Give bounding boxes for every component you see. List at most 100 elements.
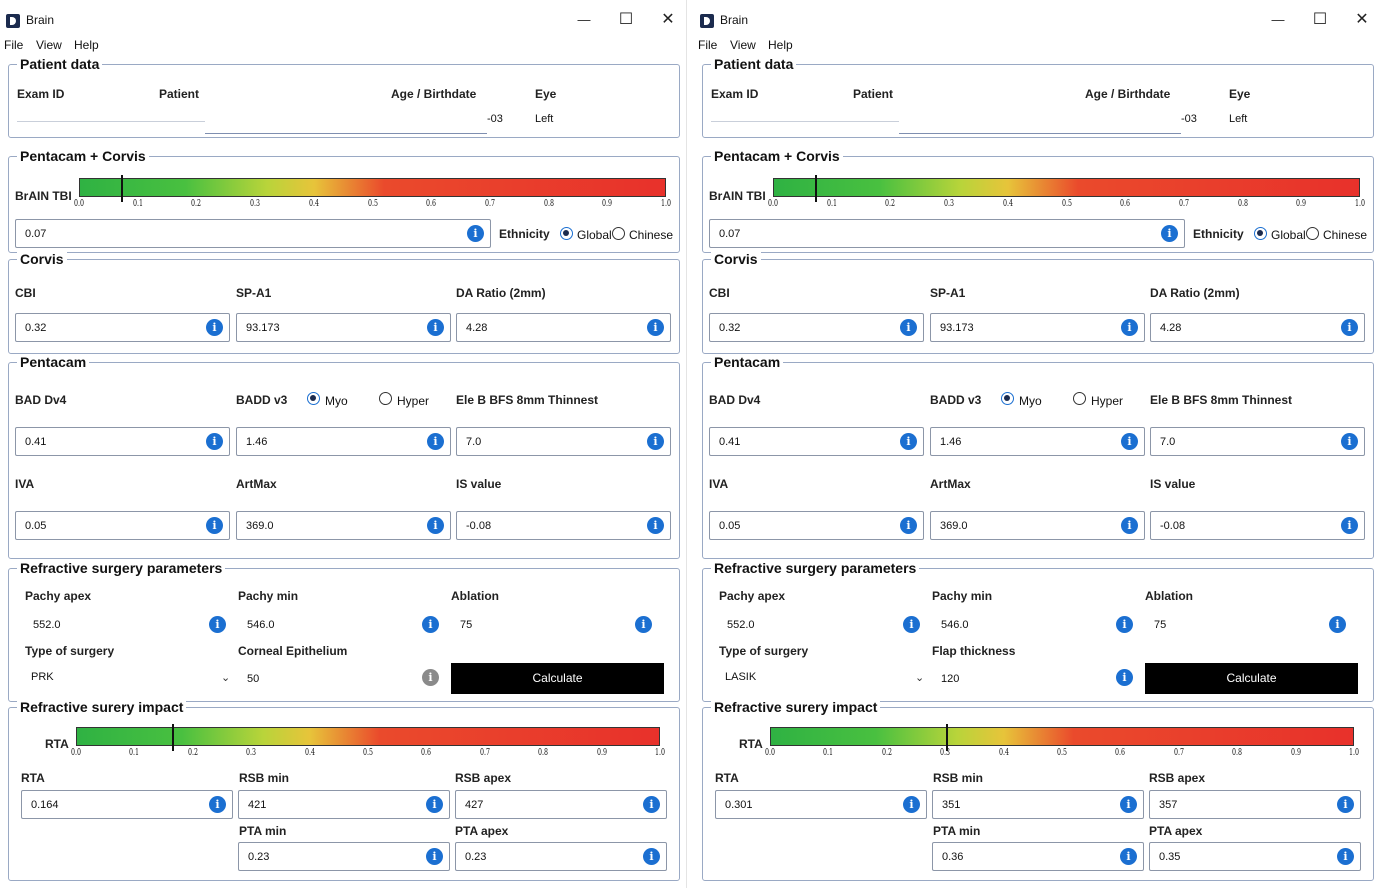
rta-scale: 0.0 0.1 0.2 0.3 0.4 0.5 0.6 0.7 0.8 0.9 1.0 <box>765 748 1359 760</box>
is-value-field[interactable]: -0.08 i <box>1150 511 1365 540</box>
da-ratio-field-info-icon[interactable]: i <box>1341 319 1358 336</box>
ethnicity-global-radio[interactable] <box>1254 227 1267 240</box>
da-ratio-field-info-icon[interactable]: i <box>647 319 664 336</box>
rsb-min-field-info-icon[interactable]: i <box>1120 796 1137 813</box>
badd-myo-radio[interactable] <box>307 392 320 405</box>
pachy-min-info-icon[interactable]: i <box>422 616 439 633</box>
badd-v3-field-info-icon[interactable]: i <box>1121 433 1138 450</box>
iva-field[interactable]: 0.05 i <box>709 511 924 540</box>
rsb-min-field[interactable]: 421 i <box>238 790 450 819</box>
is-value-field-info-icon[interactable]: i <box>1341 517 1358 534</box>
close-button[interactable]: ✕ <box>656 8 680 32</box>
iva-field-info-icon[interactable]: i <box>206 517 223 534</box>
close-button[interactable]: ✕ <box>1350 8 1374 32</box>
pachy-apex-info-icon[interactable]: i <box>209 616 226 633</box>
cbi-field[interactable]: 0.32 i <box>709 313 924 342</box>
bad-dv4-field[interactable]: 0.41 i <box>709 427 924 456</box>
exam-id-field[interactable] <box>711 121 899 122</box>
rsb-apex-field[interactable]: 357 i <box>1149 790 1361 819</box>
rsb-apex-field[interactable]: 427 i <box>455 790 667 819</box>
ele-b-bfs-field-info-icon[interactable]: i <box>647 433 664 450</box>
da-ratio-field[interactable]: 4.28 i <box>456 313 671 342</box>
sp-a1-field[interactable]: 93.173 i <box>930 313 1145 342</box>
brain-tbi-field[interactable]: 0.07 i <box>709 219 1185 248</box>
ele-b-bfs-field-info-icon[interactable]: i <box>1341 433 1358 450</box>
calculate-button[interactable]: Calculate <box>1145 663 1358 694</box>
sp-a1-field-value: 93.173 <box>246 322 280 334</box>
minimize-button[interactable]: — <box>572 8 596 32</box>
pachy-apex-info-icon[interactable]: i <box>903 616 920 633</box>
artmax-field[interactable]: 369.0 i <box>930 511 1145 540</box>
pta-apex-field[interactable]: 0.23 i <box>455 842 667 871</box>
badd-hyper-radio[interactable] <box>1073 392 1086 405</box>
calculate-button[interactable]: Calculate <box>451 663 664 694</box>
brain-tbi-field-info-icon[interactable]: i <box>1161 225 1178 242</box>
bad-dv4-field-info-icon[interactable]: i <box>206 433 223 450</box>
pta-min-field-info-icon[interactable]: i <box>1120 848 1137 865</box>
badd-v3-field[interactable]: 1.46 i <box>236 427 451 456</box>
sp-a1-field[interactable]: 93.173 i <box>236 313 451 342</box>
surgery-extra-info-icon[interactable]: i <box>1116 669 1133 686</box>
iva-field-info-icon[interactable]: i <box>900 517 917 534</box>
surgery-extra-info-icon[interactable]: i <box>422 669 439 686</box>
pta-min-field[interactable]: 0.23 i <box>238 842 450 871</box>
badd-myo-radio[interactable] <box>1001 392 1014 405</box>
type-of-surgery-value: PRK <box>31 671 54 683</box>
da-ratio-field[interactable]: 4.28 i <box>1150 313 1365 342</box>
maximize-button[interactable]: ☐ <box>1308 8 1332 32</box>
ele-b-bfs-field[interactable]: 7.0 i <box>1150 427 1365 456</box>
bad-dv4-field[interactable]: 0.41 i <box>15 427 230 456</box>
menu-item-view[interactable]: View <box>730 38 756 52</box>
ethnicity-chinese-radio[interactable] <box>612 227 625 240</box>
badd-v3-field-info-icon[interactable]: i <box>427 433 444 450</box>
rsb-min-field-info-icon[interactable]: i <box>426 796 443 813</box>
cbi-field[interactable]: 0.32 i <box>15 313 230 342</box>
rta-field-info-icon[interactable]: i <box>209 796 226 813</box>
pachy-min-info-icon[interactable]: i <box>1116 616 1133 633</box>
menu-item-file[interactable]: File <box>4 38 23 52</box>
sp-a1-field-info-icon[interactable]: i <box>1121 319 1138 336</box>
badd-v3-field[interactable]: 1.46 i <box>930 427 1145 456</box>
artmax-field-info-icon[interactable]: i <box>427 517 444 534</box>
pta-apex-field-info-icon[interactable]: i <box>1337 848 1354 865</box>
pta-apex-field-info-icon[interactable]: i <box>643 848 660 865</box>
pta-apex-field[interactable]: 0.35 i <box>1149 842 1361 871</box>
menu-item-file[interactable]: File <box>698 38 717 52</box>
artmax-field[interactable]: 369.0 i <box>236 511 451 540</box>
maximize-button[interactable]: ☐ <box>614 8 638 32</box>
ablation-info-icon[interactable]: i <box>1329 616 1346 633</box>
patient-field[interactable] <box>899 133 1181 134</box>
brain-tbi-bar <box>79 175 666 202</box>
rsb-apex-field-info-icon[interactable]: i <box>1337 796 1354 813</box>
menu-item-help[interactable]: Help <box>74 38 99 52</box>
ablation-info-icon[interactable]: i <box>635 616 652 633</box>
exam-id-field[interactable] <box>17 121 205 122</box>
sp-a1-field-info-icon[interactable]: i <box>427 319 444 336</box>
menu-item-help[interactable]: Help <box>768 38 793 52</box>
brain-tbi-field[interactable]: 0.07 i <box>15 219 491 248</box>
ethnicity-chinese-radio[interactable] <box>1306 227 1319 240</box>
rta-field[interactable]: 0.301 i <box>715 790 927 819</box>
menu-item-view[interactable]: View <box>36 38 62 52</box>
type-of-surgery-select[interactable]: LASIK ⌄ <box>725 671 925 687</box>
pta-min-field-info-icon[interactable]: i <box>426 848 443 865</box>
rsb-apex-field-info-icon[interactable]: i <box>643 796 660 813</box>
bad-dv4-field-info-icon[interactable]: i <box>900 433 917 450</box>
ele-b-bfs-field[interactable]: 7.0 i <box>456 427 671 456</box>
is-value-field-info-icon[interactable]: i <box>647 517 664 534</box>
badd-hyper-radio[interactable] <box>379 392 392 405</box>
cbi-field-info-icon[interactable]: i <box>900 319 917 336</box>
ethnicity-global-radio[interactable] <box>560 227 573 240</box>
is-value-field[interactable]: -0.08 i <box>456 511 671 540</box>
iva-field[interactable]: 0.05 i <box>15 511 230 540</box>
rta-field-info-icon[interactable]: i <box>903 796 920 813</box>
pta-min-field[interactable]: 0.36 i <box>932 842 1144 871</box>
cbi-field-info-icon[interactable]: i <box>206 319 223 336</box>
minimize-button[interactable]: — <box>1266 8 1290 32</box>
type-of-surgery-select[interactable]: PRK ⌄ <box>31 671 231 687</box>
patient-field[interactable] <box>205 133 487 134</box>
rta-field[interactable]: 0.164 i <box>21 790 233 819</box>
artmax-field-info-icon[interactable]: i <box>1121 517 1138 534</box>
rsb-min-field[interactable]: 351 i <box>932 790 1144 819</box>
brain-tbi-field-info-icon[interactable]: i <box>467 225 484 242</box>
